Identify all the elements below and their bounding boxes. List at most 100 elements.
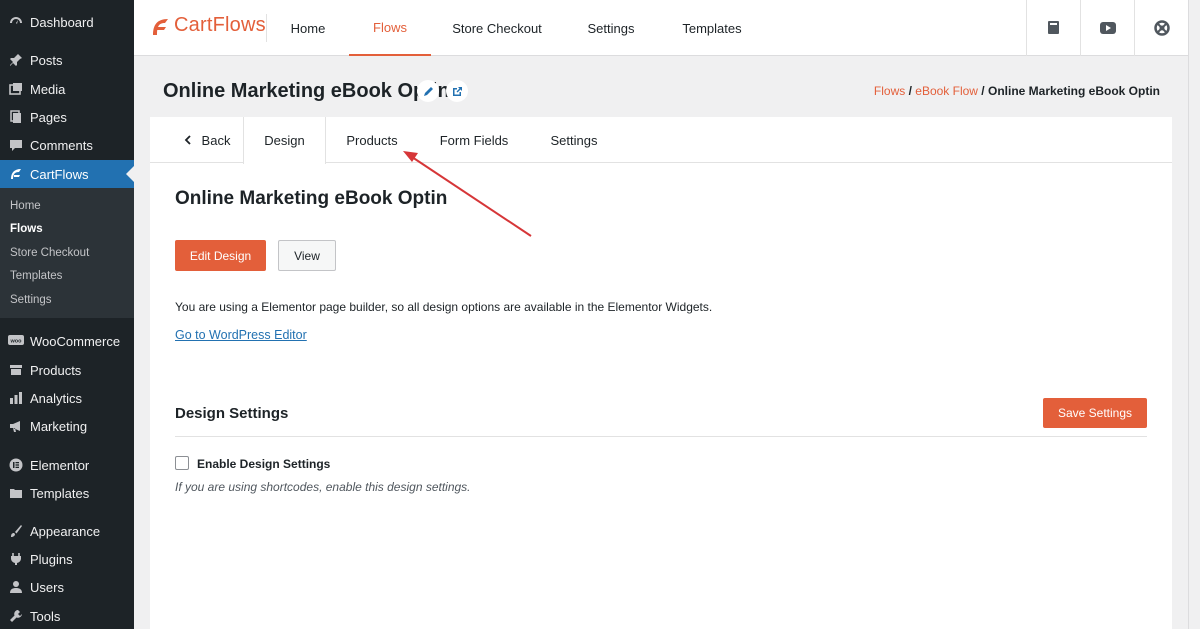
chevron-left-icon [184,135,191,145]
tab-templates[interactable]: Templates [674,0,750,56]
support-button[interactable] [1134,0,1188,56]
video-button[interactable] [1080,0,1134,56]
breadcrumb-current: Online Marketing eBook Optin [987,84,1160,98]
menu-label: Plugins [30,551,73,567]
breadcrumb: Flows / eBook Flow / Online Marketing eB… [874,84,1160,98]
pin-icon [8,52,24,68]
scrollbar-track[interactable] [1188,0,1200,629]
menu-products[interactable]: Products [0,356,134,384]
menu-label: Pages [30,109,67,125]
wrench-icon [8,608,24,624]
page-builder-notice: You are using a Elementor page builder, … [175,300,713,314]
tab-design[interactable]: Design [243,117,326,164]
menu-pages[interactable]: Pages [0,103,134,131]
pages-icon [8,109,24,125]
brush-icon [8,523,24,539]
book-icon [1047,21,1059,34]
woocommerce-icon: woo [8,333,24,349]
edit-title-button[interactable] [417,80,439,102]
brand-name: CartFlows [174,14,266,36]
view-button[interactable]: View [278,240,336,271]
back-label: Back [201,132,231,148]
pencil-icon [423,86,433,96]
step-editor-card: Back Design Products Form Fields Setting… [150,117,1172,629]
user-icon [8,579,24,595]
menu-label: Posts [30,52,63,68]
submenu-store-checkout[interactable]: Store Checkout [10,247,89,259]
step-title: Online Marketing eBook Optin [175,188,448,209]
media-icon [8,81,24,97]
menu-analytics[interactable]: Analytics [0,384,134,412]
logo-divider [266,14,267,42]
menu-comments[interactable]: Comments [0,131,134,159]
cartflows-topbar: CartFlows Home Flows Store Checkout Sett… [134,0,1188,56]
enable-design-settings-label[interactable]: Enable Design Settings [197,457,330,471]
design-settings-hint: If you are using shortcodes, enable this… [175,480,471,494]
wp-admin-sidebar: Dashboard Posts Media Pages Comments Car… [0,0,134,629]
submenu-settings[interactable]: Settings [10,294,52,306]
svg-text:woo: woo [10,339,23,345]
breadcrumb-separator: / [977,84,988,98]
wordpress-editor-link[interactable]: Go to WordPress Editor [175,328,307,342]
edit-design-button[interactable]: Edit Design [175,240,266,271]
section-divider [175,436,1147,437]
menu-label: Media [30,81,66,97]
open-external-button[interactable] [446,80,468,102]
menu-label: Appearance [30,523,101,539]
menu-label: CartFlows [30,166,89,182]
tab-store-checkout[interactable]: Store Checkout [446,0,548,56]
megaphone-icon [8,418,24,434]
bar-chart-icon [8,390,24,406]
menu-plugins[interactable]: Plugins [0,545,134,573]
menu-label: Comments [30,137,93,153]
cartflows-logo-icon [153,18,168,35]
submenu-flows[interactable]: Flows [10,223,43,235]
plug-icon [8,551,24,567]
tab-products[interactable]: Products [326,117,418,163]
save-settings-button[interactable]: Save Settings [1043,398,1147,428]
cartflows-submenu: Home Flows Store Checkout Templates Sett… [0,188,134,318]
menu-elementor[interactable]: Elementor [0,451,134,479]
docs-button[interactable] [1026,0,1080,56]
dashboard-icon [8,14,24,30]
archive-icon [8,362,24,378]
menu-templates[interactable]: Templates [0,479,134,507]
tab-home[interactable]: Home [282,0,334,56]
tab-step-settings[interactable]: Settings [530,117,618,163]
breadcrumb-flows-link[interactable]: Flows [874,84,905,98]
menu-media[interactable]: Media [0,75,134,103]
step-tabs: Back Design Products Form Fields Setting… [150,117,1172,164]
menu-label: Templates [30,485,90,501]
support-icon [1153,20,1170,36]
menu-label: Dashboard [30,14,94,30]
menu-cartflows[interactable]: CartFlows [0,160,134,188]
menu-label: Marketing [30,418,88,434]
breadcrumb-separator: / [905,84,916,98]
menu-marketing[interactable]: Marketing [0,412,134,440]
menu-label: Elementor [30,457,90,473]
cartflows-icon [8,166,24,182]
menu-users[interactable]: Users [0,573,134,601]
menu-tools[interactable]: Tools [0,602,134,629]
menu-label: Products [30,362,82,378]
comments-icon [8,137,24,153]
page-title: Online Marketing eBook Optin [163,80,450,102]
menu-label: WooCommerce [30,333,121,349]
menu-posts[interactable]: Posts [0,46,134,74]
elementor-icon [8,457,24,473]
menu-dashboard[interactable]: Dashboard [0,8,134,36]
menu-label: Users [30,579,64,595]
external-link-icon [452,86,462,96]
menu-appearance[interactable]: Appearance [0,517,134,545]
enable-design-settings-checkbox[interactable] [175,456,189,470]
tab-settings[interactable]: Settings [578,0,644,56]
cartflows-logo[interactable]: CartFlows [150,14,266,37]
breadcrumb-flow-link[interactable]: eBook Flow [915,84,978,98]
tab-form-fields[interactable]: Form Fields [418,117,530,163]
tab-flows[interactable]: Flows [349,0,431,56]
youtube-icon [1099,22,1116,34]
menu-woocommerce[interactable]: woo WooCommerce [0,327,134,355]
submenu-templates[interactable]: Templates [10,270,62,282]
back-button[interactable]: Back [170,117,244,163]
submenu-home[interactable]: Home [10,200,41,212]
